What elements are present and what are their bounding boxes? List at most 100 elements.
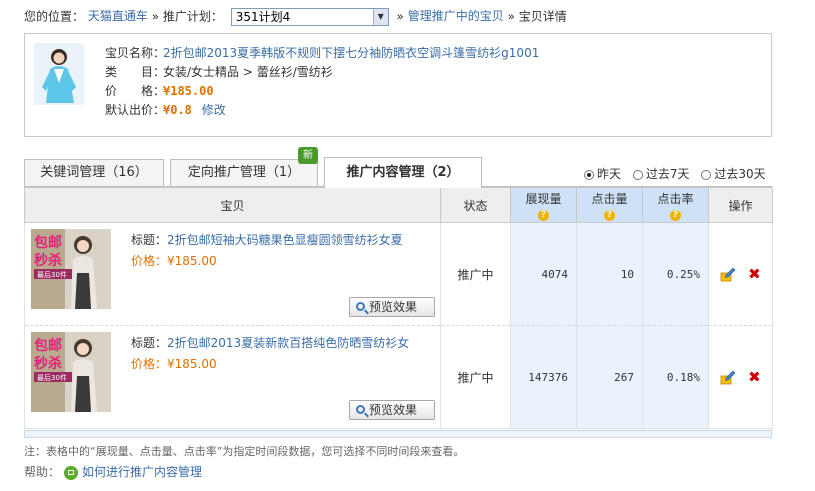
new-badge: 新 [298,147,318,164]
price-value: ¥185.00 [167,357,217,371]
tab-content-management[interactable]: 推广内容管理（2） [324,157,482,188]
ctr-cell: 0.25% [642,222,709,326]
product-category: 女装/女士精品 > 蕾丝衫/雪纺衫 [163,65,333,79]
item-cell: 包邮 秒杀 最后30件 标题：2折包邮2013夏装新款百搭纯色防晒雪纺衫女 价格… [24,325,441,429]
preview-label: 预览效果 [369,300,418,314]
bid-label: 默认出价： [105,103,166,117]
title-label: 标题： [131,233,168,247]
tab-keyword-management[interactable]: 关键词管理（16） [24,159,164,186]
product-name-link[interactable]: 2折包邮2013夏季韩版不规则下摆七分袖防晒衣空调斗篷雪纺衫g1001 [163,46,539,60]
breadcrumb-home-link[interactable]: 天猫直通车 [88,9,148,23]
item-title-link[interactable]: 2折包邮短袖大码糖果色显瘦圆领雪纺衫女夏 [167,233,403,247]
thumb-text-top: 包邮 [34,234,62,251]
title-label: 标题： [131,336,168,350]
item-thumbnail[interactable]: 包邮 秒杀 最后30件 [31,229,111,309]
actions-cell: ✖ [708,222,773,326]
product-info: 宝贝名称：2折包邮2013夏季韩版不规则下摆七分袖防晒衣空调斗篷雪纺衫g1001… [105,44,539,120]
price-label: 价格： [131,254,168,268]
clicks-cell: 10 [576,222,643,326]
default-bid: ¥0.8 [163,103,192,117]
product-price: ¥185.00 [163,84,214,98]
plan-select[interactable]: 351计划4 ▼ [230,7,389,26]
impressions-cell: 4074 [510,222,577,326]
breadcrumb: 您的位置： 天猫直通车 » 推广计划： 351计划4 ▼ » 管理推广中的宝贝 … [24,6,567,26]
price-value: ¥185.00 [167,254,217,268]
content-table: 宝贝 状态 展现量? 点击量? 点击率? 操作 包邮 秒杀 最后30件 标题：2… [24,187,773,429]
help-question-icon[interactable]: ? [604,209,615,221]
radio-unchecked-icon [632,169,643,180]
header-ctr-label: 点击率 [657,191,694,206]
plan-select-value: 351计划4 [235,9,291,24]
impressions-cell: 147376 [510,325,577,429]
clicks-cell: 267 [576,325,643,429]
radio-checked-icon [584,169,594,180]
radio-yesterday[interactable]: 昨天 [584,165,621,182]
manage-items-link[interactable]: 管理推广中的宝贝 [408,9,504,23]
help-question-icon[interactable]: ? [538,209,549,221]
actions-cell: ✖ [708,325,773,429]
header-impressions-label: 展现量 [525,191,562,206]
preview-button[interactable]: 预览效果 [349,400,435,420]
help-link[interactable]: 如何进行推广内容管理 [82,465,202,479]
table-footer [24,430,772,438]
table-row: 包邮 秒杀 最后30件 标题：2折包邮短袖大码糖果色显瘦圆领雪纺衫女夏 价格：¥… [24,222,773,326]
table-header-row: 宝贝 状态 展现量? 点击量? 点击率? 操作 [24,187,773,223]
time-range-selector: 昨天 过去7天 过去30天 [584,165,766,182]
header-clicks: 点击量? [576,187,643,223]
edit-icon[interactable] [720,266,736,282]
radio-label: 过去7天 [645,167,690,181]
radio-label: 昨天 [597,167,622,181]
price-label: 价格： [131,357,168,371]
tab-targeted-promotion[interactable]: 定向推广管理（1） [170,159,318,186]
chevron-down-icon[interactable]: ▼ [372,8,388,25]
item-photo-icon: 包邮 秒杀 最后30件 [31,229,111,309]
radio-last-7-days[interactable]: 过去7天 [632,165,690,182]
thumb-text-top: 包邮 [34,337,62,354]
item-price: 价格：¥185.00 [131,355,217,372]
delete-icon[interactable]: ✖ [748,369,761,385]
item-price: 价格：¥185.00 [131,252,217,269]
thumb-text-mid: 秒杀 [34,355,62,372]
item-photo-icon: 包邮 秒杀 最后30件 [31,332,111,412]
preview-label: 预览效果 [369,403,418,417]
preview-button[interactable]: 预览效果 [349,297,435,317]
thumb-text-small: 最后30件 [37,270,67,279]
edit-bid-link[interactable]: 修改 [202,103,226,117]
radio-last-30-days[interactable]: 过去30天 [701,165,766,182]
header-item: 宝贝 [24,187,441,223]
help-section: 帮助： 如何进行推广内容管理 [24,463,202,480]
radio-label: 过去30天 [714,167,766,181]
breadcrumb-sep: » [507,9,515,24]
header-status: 状态 [440,187,511,223]
help-question-icon[interactable]: ? [670,209,681,221]
item-title: 标题：2折包邮2013夏装新款百搭纯色防晒雪纺衫女 [131,334,409,351]
help-guide-icon [64,465,79,480]
product-summary: 宝贝名称：2折包邮2013夏季韩版不规则下摆七分袖防晒衣空调斗篷雪纺衫g1001… [24,33,772,137]
breadcrumb-sep: » [396,9,404,24]
product-thumbnail[interactable] [34,43,84,105]
item-cell: 包邮 秒杀 最后30件 标题：2折包邮短袖大码糖果色显瘦圆领雪纺衫女夏 价格：¥… [24,222,441,326]
ctr-cell: 0.18% [642,325,709,429]
magnifier-icon [356,302,365,311]
delete-icon[interactable]: ✖ [748,266,761,282]
item-title-link[interactable]: 2折包邮2013夏装新款百搭纯色防晒雪纺衫女 [167,336,409,350]
breadcrumb-sep: » [151,9,160,24]
thumb-text-small: 最后30件 [37,373,67,382]
status-cell: 推广中 [440,325,511,429]
thumb-text-mid: 秒杀 [34,252,62,269]
location-label: 您的位置： [24,9,85,24]
header-impressions: 展现量? [510,187,577,223]
item-thumbnail[interactable]: 包邮 秒杀 最后30件 [31,332,111,412]
header-actions: 操作 [708,187,773,223]
category-label: 类 目： [105,65,166,79]
table-note: 注：表格中的“展现量、点击量、点击率”为指定时间段数据，您可选择不同时间段来查看… [24,445,465,458]
price-label: 价 格： [105,84,166,98]
plan-label: 推广计划： [162,9,223,24]
radio-unchecked-icon [701,169,712,180]
edit-icon[interactable] [720,369,736,385]
name-label: 宝贝名称： [105,46,166,60]
table-row: 包邮 秒杀 最后30件 标题：2折包邮2013夏装新款百搭纯色防晒雪纺衫女 价格… [24,325,773,429]
item-title: 标题：2折包邮短袖大码糖果色显瘦圆领雪纺衫女夏 [131,231,403,248]
header-ctr: 点击率? [642,187,709,223]
header-clicks-label: 点击量 [591,191,628,206]
